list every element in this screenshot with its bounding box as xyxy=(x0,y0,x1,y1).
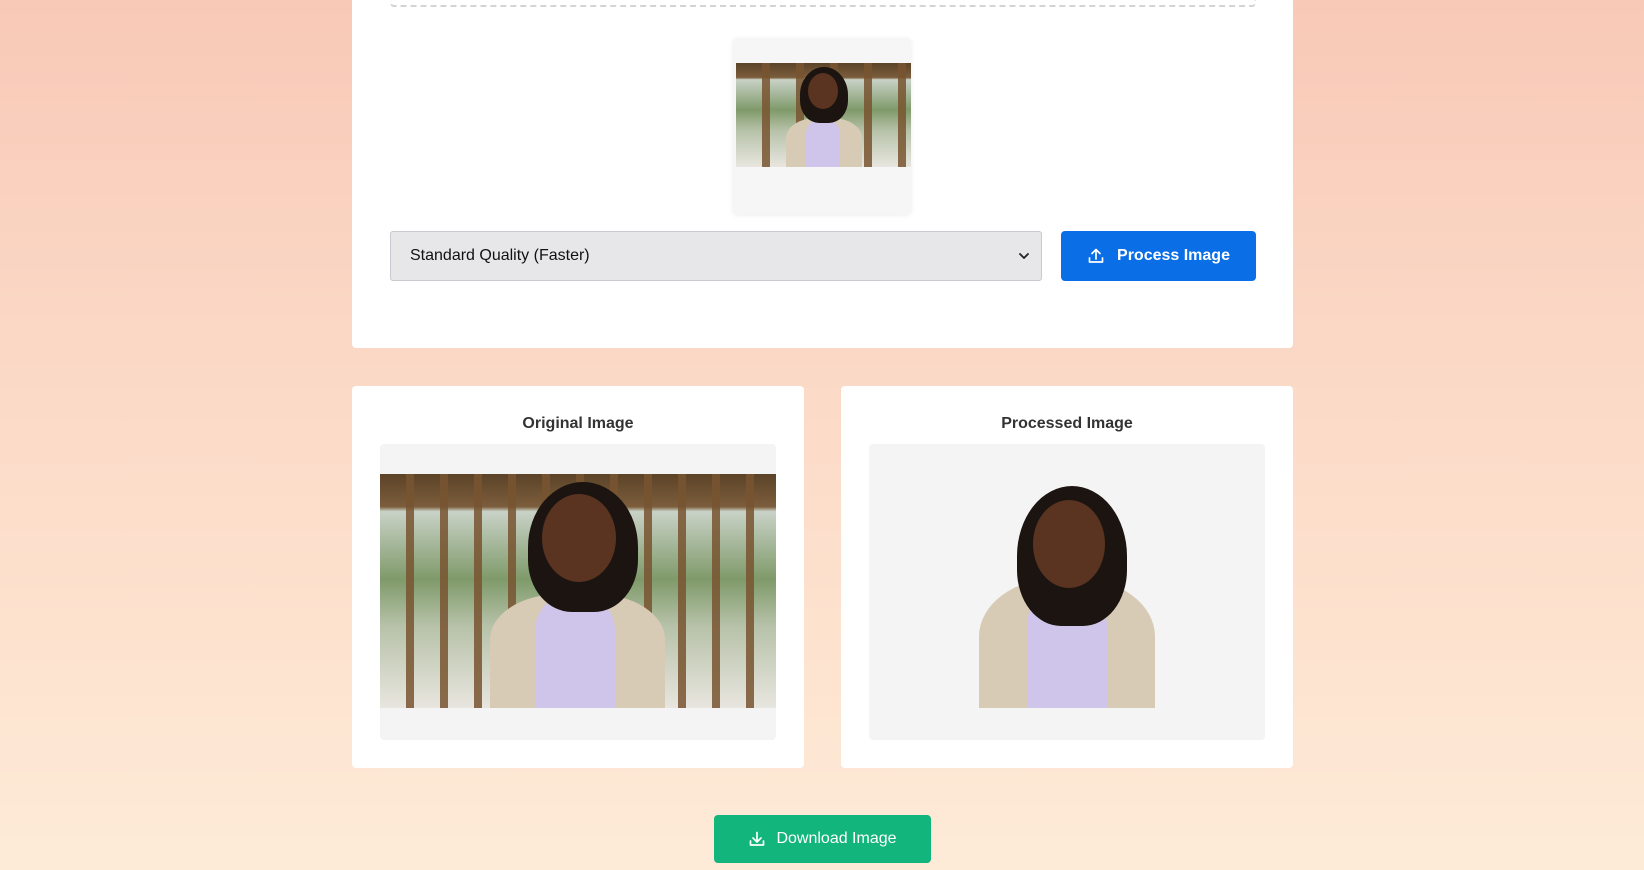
upload-card: Standard Quality (Faster) Process Image xyxy=(352,0,1293,348)
download-image-button[interactable]: Download Image xyxy=(714,815,931,863)
dropzone[interactable] xyxy=(390,0,1256,7)
quality-select-value: Standard Quality (Faster) xyxy=(410,247,590,264)
original-image-frame xyxy=(380,444,776,740)
process-image-button[interactable]: Process Image xyxy=(1061,231,1256,281)
quality-select[interactable]: Standard Quality (Faster) xyxy=(390,231,1042,281)
original-photo xyxy=(380,474,776,708)
thumbnail-photo xyxy=(736,63,911,167)
processed-image-frame xyxy=(869,444,1265,740)
download-icon xyxy=(748,830,766,848)
processed-cutout xyxy=(979,486,1155,708)
preview-thumbnail xyxy=(733,38,911,214)
upload-icon xyxy=(1087,247,1105,265)
processed-image-panel: Processed Image xyxy=(841,386,1293,768)
chevron-down-icon xyxy=(1017,249,1031,263)
process-image-label: Process Image xyxy=(1117,247,1230,264)
original-image-title: Original Image xyxy=(522,415,634,432)
download-image-label: Download Image xyxy=(776,830,897,847)
processed-image-title: Processed Image xyxy=(1001,415,1133,432)
original-image-panel: Original Image xyxy=(352,386,804,768)
